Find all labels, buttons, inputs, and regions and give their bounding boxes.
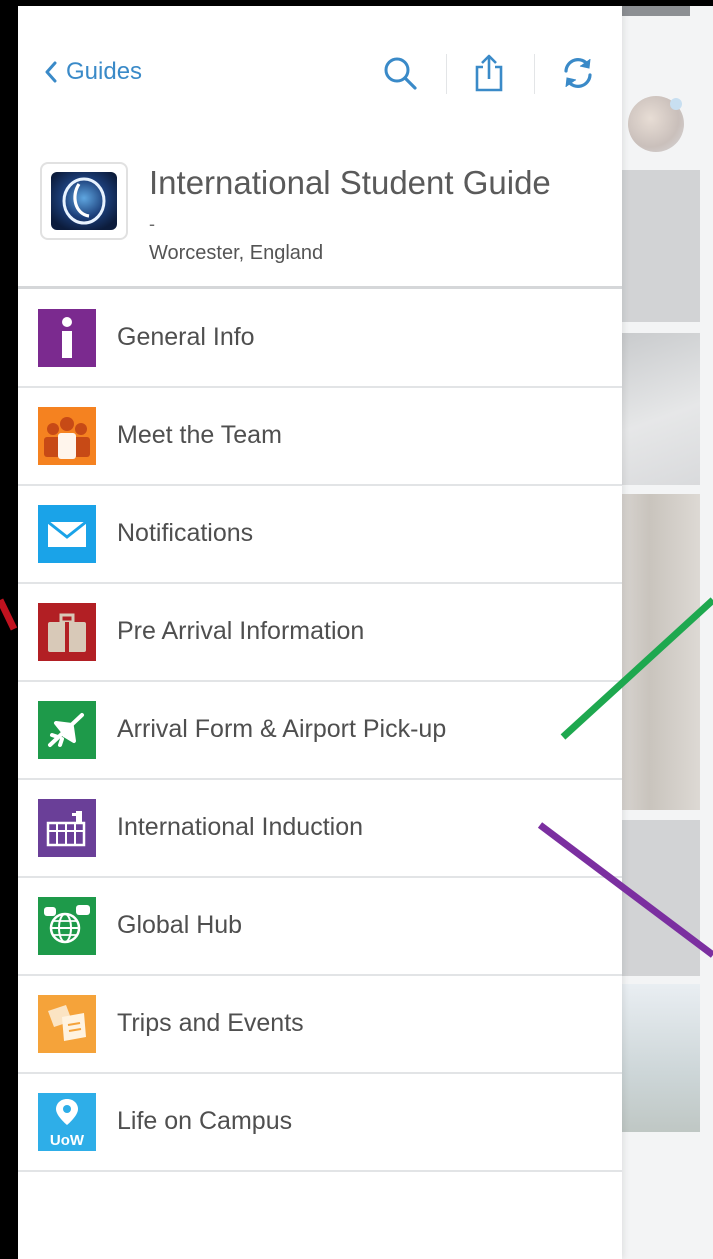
team-icon	[38, 407, 96, 465]
info-icon	[38, 309, 96, 367]
menu-item-notifications[interactable]: Notifications	[18, 486, 622, 584]
suitcase-icon	[38, 603, 96, 661]
back-label: Guides	[66, 58, 143, 85]
guide-location: Worcester, England	[149, 242, 324, 264]
menu-item-label: Meet the Team	[117, 421, 282, 449]
campus-pin-icon: UoW	[38, 1093, 96, 1151]
menu-item-general-info[interactable]: General Info	[18, 290, 622, 388]
background-card[interactable]	[622, 984, 700, 1132]
chevron-left-icon	[45, 61, 57, 83]
background-card[interactable]	[622, 333, 700, 485]
search-icon	[384, 57, 417, 90]
building-icon	[38, 799, 96, 857]
toolbar-separator	[534, 54, 535, 94]
menu-item-life-on-campus[interactable]: UoW Life on Campus	[18, 1074, 622, 1172]
airplane-icon	[38, 701, 96, 759]
guide-title: International Student Guide	[149, 164, 551, 201]
uow-badge-text: UoW	[50, 1132, 85, 1149]
background-card[interactable]	[622, 820, 700, 976]
guides-drawer: Guides International Student Guide - Wor…	[18, 6, 622, 1259]
menu-item-label: General Info	[117, 323, 255, 351]
avatar[interactable]	[628, 96, 684, 152]
background-card[interactable]	[622, 170, 700, 322]
menu-item-trips-and-events[interactable]: Trips and Events	[18, 976, 622, 1074]
menu-item-label: International Induction	[117, 813, 364, 841]
menu-item-label: Notifications	[117, 519, 254, 547]
drawer-toolbar: Guides	[18, 6, 622, 134]
menu-item-arrival-form-airport-pickup[interactable]: Arrival Form & Airport Pick-up	[18, 682, 622, 780]
menu-item-global-hub[interactable]: Global Hub	[18, 878, 622, 976]
globe-chat-icon	[38, 897, 96, 955]
guide-subtitle-dash: -	[149, 214, 155, 234]
menu-item-label: Life on Campus	[117, 1107, 293, 1135]
refresh-button[interactable]	[553, 48, 603, 98]
menu-item-label: Pre Arrival Information	[117, 617, 365, 645]
window-frame-left	[0, 0, 18, 1259]
notification-dot	[670, 98, 682, 110]
background-card[interactable]	[622, 494, 700, 810]
guide-menu: General Info Meet the Team Notifications…	[18, 290, 622, 1172]
toolbar-separator	[446, 54, 447, 94]
menu-item-international-induction[interactable]: International Induction	[18, 780, 622, 878]
back-to-guides-link[interactable]: Guides	[44, 58, 142, 86]
share-icon	[475, 54, 503, 92]
mail-icon	[38, 505, 96, 563]
menu-item-label: Global Hub	[117, 911, 243, 939]
share-button[interactable]	[464, 48, 514, 98]
menu-item-meet-the-team[interactable]: Meet the Team	[18, 388, 622, 486]
tickets-icon	[38, 995, 96, 1053]
menu-item-label: Arrival Form & Airport Pick-up	[117, 715, 447, 743]
search-button[interactable]	[375, 48, 425, 98]
menu-item-label: Trips and Events	[117, 1009, 304, 1037]
guide-header: International Student Guide - Worcester,…	[18, 154, 622, 284]
menu-item-pre-arrival-information[interactable]: Pre Arrival Information	[18, 584, 622, 682]
refresh-icon	[564, 58, 592, 88]
guide-logo	[40, 162, 128, 240]
divider	[18, 286, 622, 289]
